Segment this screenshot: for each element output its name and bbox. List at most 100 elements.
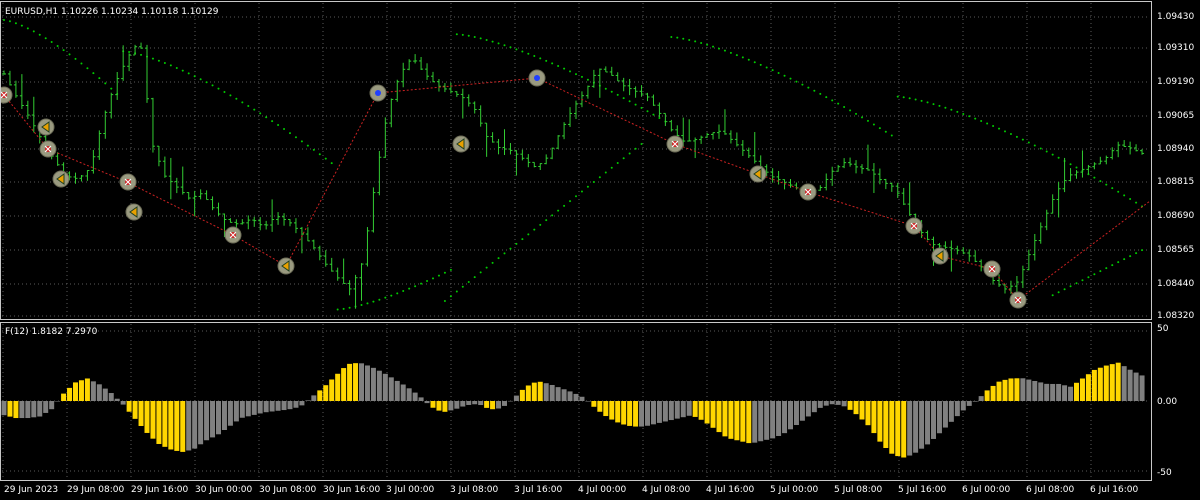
histogram-bar xyxy=(811,401,817,413)
sar-dot xyxy=(539,57,542,60)
histogram-bar xyxy=(704,401,710,424)
sar-dot xyxy=(718,47,720,50)
signal-marker xyxy=(1009,291,1027,309)
histogram-bar xyxy=(1068,386,1074,401)
sar-dot xyxy=(610,90,613,93)
sar-dot xyxy=(1099,180,1102,183)
sar-dot xyxy=(563,204,566,207)
sar-dot xyxy=(896,95,899,98)
main-header-text: EURUSD,H1 1.10226 1.10234 1.10118 1.1012… xyxy=(5,7,219,17)
sar-dot xyxy=(974,117,977,120)
price-level-label: 1.08440 xyxy=(1157,279,1194,289)
price-level-label: 1.09310 xyxy=(1157,43,1194,53)
sar-dot xyxy=(908,97,911,100)
histogram-bar xyxy=(936,401,942,434)
sar-dot xyxy=(449,295,452,298)
sar-dot xyxy=(527,52,530,55)
histogram-bar xyxy=(84,378,90,401)
histogram-bar xyxy=(1133,372,1139,401)
indicator-level-label: 50 xyxy=(1157,324,1169,334)
sar-dot xyxy=(1051,294,1054,297)
histogram-bar xyxy=(513,395,519,401)
sar-dot xyxy=(545,219,548,222)
sar-dot xyxy=(813,89,816,92)
time-label: 3 Jul 16:00 xyxy=(514,485,563,495)
histogram-bar xyxy=(1079,378,1085,401)
sar-dot xyxy=(902,96,905,99)
histogram-bar xyxy=(537,381,543,401)
histogram-bar xyxy=(1097,367,1103,401)
histogram-bar xyxy=(740,401,746,442)
sar-dot xyxy=(866,119,869,122)
sar-dot xyxy=(1117,261,1120,264)
sar-dot xyxy=(300,140,303,143)
sar-dot xyxy=(50,41,53,44)
sar-dot xyxy=(479,271,482,274)
sar-dot xyxy=(586,78,589,81)
sar-dot xyxy=(622,97,625,100)
histogram-bar xyxy=(865,401,871,426)
sar-dot xyxy=(777,71,780,74)
histogram-bar xyxy=(633,401,639,427)
sar-dot xyxy=(801,83,804,86)
price-level-label: 1.09190 xyxy=(1157,77,1194,87)
sar-dot xyxy=(181,69,184,72)
histogram-bar xyxy=(311,395,317,401)
signal-marker xyxy=(277,257,295,275)
sar-dot xyxy=(765,66,768,69)
histogram-bar xyxy=(37,401,43,417)
sar-dot xyxy=(831,99,834,102)
histogram-bar xyxy=(496,401,502,409)
sar-dot xyxy=(676,36,679,39)
sar-dot xyxy=(682,37,685,40)
sar-dot xyxy=(336,308,339,311)
histogram-bar xyxy=(1062,385,1068,401)
histogram-bar xyxy=(907,401,913,456)
sar-dot xyxy=(735,54,738,57)
sar-dot xyxy=(473,36,476,39)
time-label: 29 Jun 08:00 xyxy=(67,485,124,495)
histogram-bar xyxy=(67,387,73,401)
sar-dot xyxy=(402,290,405,293)
histogram-bar xyxy=(925,401,931,445)
signal-marker xyxy=(37,118,55,136)
histogram-bar xyxy=(1020,378,1026,401)
sar-dot xyxy=(515,48,518,51)
sar-dot xyxy=(1141,249,1144,252)
histogram-bar xyxy=(156,401,162,444)
time-label: 4 Jul 00:00 xyxy=(578,485,627,495)
time-label: 6 Jul 08:00 xyxy=(1026,485,1075,495)
histogram-bar xyxy=(984,390,990,401)
histogram-bar xyxy=(859,401,865,420)
time-label: 30 Jun 16:00 xyxy=(323,485,380,495)
chart-canvas[interactable]: EURUSD,H1 1.10226 1.10234 1.10118 1.1012… xyxy=(0,0,1200,500)
sar-dot xyxy=(360,304,363,307)
sar-dot xyxy=(277,124,280,127)
time-label: 6 Jul 00:00 xyxy=(962,485,1011,495)
histogram-bar xyxy=(1,401,7,416)
sar-dot xyxy=(1004,130,1006,133)
histogram-bar xyxy=(31,401,37,418)
histogram-bar xyxy=(484,401,490,408)
sar-dot xyxy=(443,271,446,274)
sar-dot xyxy=(658,117,661,120)
sar-dot xyxy=(1123,258,1126,261)
indicator-level-label: -50 xyxy=(1157,468,1172,478)
marker-dot xyxy=(375,90,381,96)
signal-marker xyxy=(931,247,949,265)
histogram-bar xyxy=(734,401,740,441)
histogram-bar xyxy=(7,401,13,417)
time-label: 29 Jun 16:00 xyxy=(131,485,188,495)
histogram-bar xyxy=(204,401,210,441)
sar-dot xyxy=(557,209,560,212)
histogram-bar xyxy=(150,401,156,439)
sar-dot xyxy=(1129,255,1132,258)
sar-dot xyxy=(169,64,172,67)
sar-dot xyxy=(104,82,107,85)
histogram-bar xyxy=(817,401,823,408)
sar-dot xyxy=(26,27,29,30)
sar-dot xyxy=(884,130,887,133)
histogram-bar xyxy=(364,365,370,401)
sar-dot xyxy=(527,233,530,236)
sar-dot xyxy=(20,24,23,27)
